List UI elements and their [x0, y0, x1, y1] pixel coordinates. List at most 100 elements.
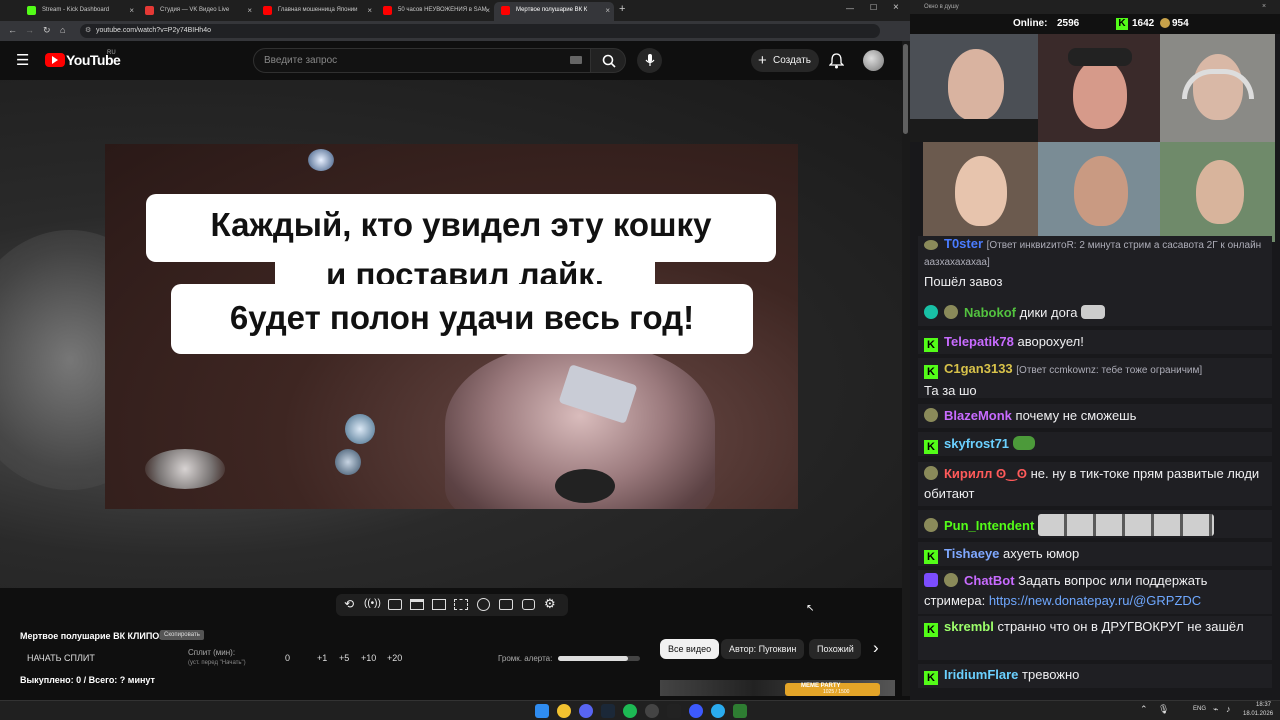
tab-vk-studio[interactable]: Студия — VK Видео Live ×	[138, 2, 256, 21]
telegram-icon[interactable]	[711, 704, 725, 718]
audio-icon[interactable]: ((•))	[364, 598, 381, 609]
clock-date[interactable]: 18.01.2026	[1243, 711, 1273, 717]
maximize-window-icon[interactable]: ☐	[870, 3, 877, 12]
chat-username[interactable]: Tishaeye	[944, 546, 999, 561]
site-info-icon[interactable]: ⚙	[85, 24, 91, 38]
forward-icon[interactable]: →	[25, 25, 34, 35]
settings-gear-icon[interactable]: ⚙	[544, 596, 556, 612]
create-button[interactable]: + Создать	[751, 49, 819, 72]
recommendation-thumbnail[interactable]: MEME PARTY 1025 / 1500	[660, 680, 895, 696]
chat-username[interactable]: Telepatik78	[944, 334, 1014, 349]
theater-mode-icon[interactable]	[432, 599, 446, 610]
network-icon[interactable]: ⌁	[1213, 704, 1218, 715]
screenshot-icon[interactable]	[522, 599, 535, 610]
chat-username[interactable]: Pun_Intendent	[944, 518, 1034, 533]
tab-kick-dashboard[interactable]: Stream - Kick Dashboard ×	[20, 2, 138, 21]
close-tab-icon[interactable]: ×	[485, 2, 490, 19]
donate-link[interactable]: https://new.donatepay.ru/@GRPZDC	[989, 593, 1201, 608]
page-scrollbar[interactable]	[902, 41, 910, 696]
tab-youtube-1[interactable]: Главная мошенница Японии ×	[256, 2, 376, 21]
chat-username[interactable]: ChatBot	[964, 573, 1015, 588]
chat-username[interactable]: Nabokof	[964, 305, 1016, 320]
start-menu-icon[interactable]	[535, 704, 549, 718]
voice-search-button[interactable]	[637, 48, 662, 73]
volume-icon[interactable]: ♪	[1226, 704, 1231, 714]
filter-chip-all[interactable]: Все видео	[660, 639, 720, 659]
mouse-cursor-icon: ↖	[806, 603, 815, 614]
chat-username[interactable]: Кирилл ʘ‿ʘ	[944, 466, 1027, 481]
chat-username[interactable]: skyfrost71	[944, 436, 1009, 451]
tab-youtube-active[interactable]: Мертвое полушарие ВК К ×	[494, 2, 614, 21]
split-value[interactable]: 0	[285, 653, 290, 663]
avatar[interactable]	[863, 50, 884, 71]
address-bar: ← → ↻ ⌂ ⚙ youtube.com/watch?v=P2y74BIHh4…	[0, 21, 910, 41]
chat-username[interactable]: skrembl	[944, 619, 994, 634]
close-tab-icon[interactable]: ×	[367, 2, 372, 19]
minimize-window-icon[interactable]: —	[846, 4, 854, 13]
discord-icon[interactable]	[579, 704, 593, 718]
spotify-icon[interactable]	[623, 704, 637, 718]
filter-chip-author[interactable]: Автор: Пугоквин	[721, 639, 805, 659]
chat-message: Nabokof дики дога	[918, 300, 1272, 326]
close-overlay-icon[interactable]: ×	[1262, 0, 1266, 14]
tray-chevron-icon[interactable]: ⌃	[1140, 704, 1148, 715]
clip-icon[interactable]	[410, 599, 424, 610]
tab-youtube-2[interactable]: 50 часов НЕУВОЖЕНИЯ в SAM ×	[376, 2, 494, 21]
chrome-icon[interactable]	[557, 704, 571, 718]
kick-logo-icon: K	[1116, 18, 1128, 30]
search-button[interactable]	[590, 48, 626, 73]
steam-icon[interactable]	[601, 704, 615, 718]
video-player[interactable]: Каждый, кто увидел эту кошку и поставил …	[0, 80, 902, 588]
chat-username[interactable]: BlazeMonk	[944, 408, 1012, 423]
chat-username[interactable]: C1gan3133	[944, 361, 1013, 376]
media-player-icon[interactable]	[689, 704, 703, 718]
increment-10-button[interactable]: +10	[361, 653, 376, 663]
increment-5-button[interactable]: +5	[339, 653, 349, 663]
scrollbar-thumb[interactable]	[903, 44, 908, 134]
mic-tray-icon[interactable]: 🎙	[1158, 704, 1169, 715]
chat-reply-context: [Ответ ccmkownz: тебе тоже ограничим]	[1016, 365, 1203, 376]
webcam-tile	[1160, 34, 1275, 142]
search-icon	[602, 54, 616, 68]
close-window-icon[interactable]: ×	[893, 2, 899, 13]
close-tab-icon[interactable]: ×	[247, 2, 252, 19]
chat-username[interactable]: IridiumFlare	[944, 667, 1018, 682]
clock-time[interactable]: 18:37	[1256, 702, 1271, 708]
back-icon[interactable]: ←	[8, 25, 17, 35]
new-tab-button[interactable]: +	[619, 3, 625, 15]
volume-slider[interactable]	[558, 656, 640, 661]
language-indicator[interactable]: ENG	[1193, 706, 1206, 712]
close-tab-icon[interactable]: ×	[605, 2, 610, 19]
app-icon[interactable]	[667, 704, 681, 718]
url-field[interactable]: ⚙ youtube.com/watch?v=P2y74BIHh4o	[80, 24, 880, 38]
chat-message: T0ster [Ответ инквиzитоR: 2 минута стрим…	[918, 236, 1272, 302]
streamer-shirt	[910, 119, 1038, 142]
close-tab-icon[interactable]: ×	[129, 2, 134, 19]
crop-icon[interactable]	[454, 599, 468, 610]
youtube-favicon-icon	[501, 6, 510, 15]
start-split-button[interactable]: НАЧАТЬ СПЛИТ	[27, 653, 95, 663]
tab-label: Главная мошенница Японии	[278, 7, 358, 13]
reload-icon[interactable]: ↻	[43, 25, 51, 36]
chat-username[interactable]: T0ster	[944, 236, 983, 251]
emote-badge-icon	[924, 408, 938, 422]
copy-tag[interactable]: Скопировать	[160, 630, 204, 640]
loop-icon[interactable]: ⟲	[344, 597, 354, 611]
app-icon[interactable]	[733, 704, 747, 718]
speed-icon[interactable]	[477, 598, 490, 611]
home-icon[interactable]: ⌂	[60, 25, 65, 35]
notifications-bell-icon[interactable]	[829, 53, 844, 69]
add-clip-icon[interactable]	[499, 599, 513, 610]
chips-next-icon[interactable]: ›	[873, 638, 879, 658]
keyboard-icon[interactable]	[570, 56, 582, 64]
increment-20-button[interactable]: +20	[387, 653, 402, 663]
kick-badge-icon: K	[924, 440, 938, 454]
search-input[interactable]: Введите запрос	[253, 48, 591, 73]
youtube-logo-icon[interactable]	[45, 53, 65, 67]
increment-1-button[interactable]: +1	[317, 653, 327, 663]
watch-later-icon[interactable]	[388, 599, 402, 610]
chat-message: Kskrembl странно что он в ДРУГВОКРУГ не …	[918, 616, 1272, 660]
filter-chip-similar[interactable]: Похожий	[809, 639, 861, 659]
menu-icon[interactable]: ☰	[16, 51, 29, 69]
obs-icon[interactable]	[645, 704, 659, 718]
